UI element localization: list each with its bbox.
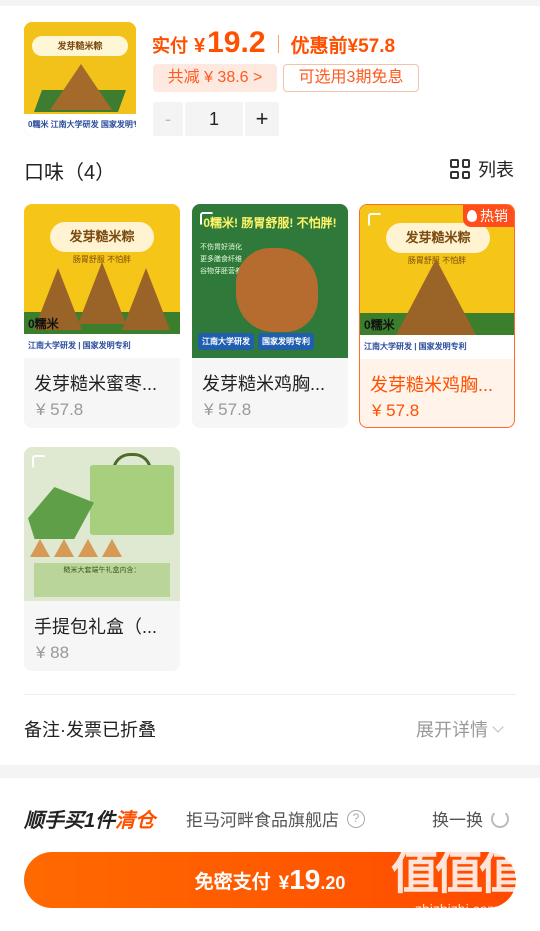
expand-image-icon[interactable] xyxy=(368,213,382,227)
quantity-minus-button[interactable]: - xyxy=(153,102,183,136)
quantity-value[interactable]: 1 xyxy=(185,102,243,136)
currency-symbol: ¥ xyxy=(194,35,206,57)
price-separator xyxy=(277,35,279,53)
pay-price-label: 实付 xyxy=(152,36,188,56)
chevron-down-icon xyxy=(492,721,504,733)
price-line: 实付 ¥ 19.2 优惠前 ¥57.8 xyxy=(152,26,395,62)
help-icon[interactable]: ? xyxy=(347,809,365,828)
zongzi-shape xyxy=(236,248,318,332)
pay-button[interactable]: 免密支付 ¥19.20 xyxy=(24,852,516,908)
zongzi-shape xyxy=(78,262,126,324)
pay-price: 19.2 xyxy=(207,26,266,59)
pay-button-label: 免密支付 xyxy=(194,871,271,893)
expand-image-icon[interactable] xyxy=(32,455,46,469)
thumb-footer: 0糯米 江南大学研发 国家发明专利 xyxy=(24,114,136,136)
image-contents-panel: 糙米大套端午礼盒内含： xyxy=(34,563,170,597)
hot-sale-badge: 热销 xyxy=(463,205,514,227)
flavor-option-image: 发芽糙米粽 肠胃舒服 不怕胖 0糯米 江南大学研发 | 国家发明专利 热销 xyxy=(360,205,514,359)
store-name[interactable]: 拒马河畔食品旗舰店 ? xyxy=(186,806,365,831)
top-strip xyxy=(0,0,540,6)
quantity-stepper: - 1 + xyxy=(153,102,279,136)
addon-title-main: 顺手买1件 xyxy=(24,810,116,832)
image-badge: 江南大学研发 xyxy=(198,333,254,350)
image-ribbon: 发芽糙米粽 xyxy=(50,222,154,252)
pay-amount-decimal: .20 xyxy=(320,873,346,893)
addon-section: 顺手买1件清仓 拒马河畔食品旗舰店 ? 换一换 免密支付 ¥19.20 xyxy=(0,778,540,931)
addon-title: 顺手买1件清仓 xyxy=(24,804,155,833)
flavor-option-name: 发芽糙米蜜枣... xyxy=(34,374,158,394)
image-zero-rice: 0糯米 xyxy=(28,317,59,331)
expand-details-label: 展开详情 xyxy=(416,720,488,740)
flame-icon xyxy=(467,210,477,222)
hot-sale-label: 热销 xyxy=(480,208,508,224)
discount-detail-tag[interactable]: 共减 ¥ 38.6 > xyxy=(153,64,277,92)
flavor-option-3[interactable]: 发芽糙米粽 肠胃舒服 不怕胖 0糯米 江南大学研发 | 国家发明专利 热销 发芽… xyxy=(359,204,515,428)
pay-currency: ¥ xyxy=(278,873,290,894)
zongzi-shape xyxy=(396,259,476,335)
image-badges: 江南大学研发 国家发明专利 xyxy=(198,333,314,350)
image-leaves xyxy=(28,487,94,539)
grid-icon xyxy=(450,159,470,179)
flavor-option-price: ¥ 88 xyxy=(36,643,70,662)
expand-details-button[interactable]: 展开详情 xyxy=(416,716,504,742)
image-badge: 国家发明专利 xyxy=(258,333,314,350)
flavor-option-price: ¥ 57.8 xyxy=(36,400,84,419)
gift-box xyxy=(90,465,174,535)
flavor-option-4[interactable]: 糙米大套端午礼盒内含： 手提包礼盒（... ¥ 88 xyxy=(24,447,180,671)
flavor-option-1[interactable]: 发芽糙米粽 肠胃舒服 不怕胖 0糯米 江南大学研发 | 国家发明专利 发芽糙米蜜… xyxy=(24,204,180,428)
order-sheet: 发芽糙米粽 0糯米 江南大学研发 国家发明专利 实付 ¥ 19.2 优惠前 ¥5… xyxy=(0,0,540,765)
zongzi-shape xyxy=(122,268,170,330)
image-bottom-text: 江南大学研发 | 国家发明专利 xyxy=(24,334,180,358)
flavor-option-image: 发芽糙米粽 肠胃舒服 不怕胖 0糯米 江南大学研发 | 国家发明专利 xyxy=(24,204,180,358)
list-view-toggle[interactable]: 列表 xyxy=(450,156,514,182)
thumb-zongzi xyxy=(50,64,112,110)
flavor-option-price: ¥ 57.8 xyxy=(372,401,420,420)
refresh-icon xyxy=(491,809,509,828)
product-thumbnail[interactable]: 发芽糙米粽 0糯米 江南大学研发 国家发明专利 xyxy=(24,22,136,136)
flavor-option-image: 糙米大套端午礼盒内含： xyxy=(24,447,180,601)
flavor-option-name: 发芽糙米鸡胸... xyxy=(370,375,494,395)
list-view-label: 列表 xyxy=(478,160,514,180)
zongzi-row xyxy=(30,539,130,559)
pay-amount-integer: 19 xyxy=(289,864,321,895)
swap-label: 换一换 xyxy=(432,811,483,830)
image-headline: 0糯米! 肠胃舒服! 不怕胖! xyxy=(203,216,337,230)
store-name-label: 拒马河畔食品旗舰店 xyxy=(186,811,339,830)
section-divider xyxy=(24,694,516,695)
flavor-section-title: 口味（4） xyxy=(24,162,116,184)
flavor-option-2[interactable]: 0糯米! 肠胃舒服! 不怕胖! 不伤胃好消化 更多膳食纤维 谷物芽胚营养健康 江… xyxy=(192,204,348,428)
expand-image-icon[interactable] xyxy=(200,212,214,226)
thumb-banner: 发芽糙米粽 xyxy=(32,36,128,56)
installment-tag[interactable]: 可选用3期免息 xyxy=(283,64,419,92)
remark-invoice-label: 备注·发票已折叠 xyxy=(24,720,156,740)
swap-button[interactable]: 换一换 xyxy=(432,806,509,831)
image-bottom-text: 江南大学研发 | 国家发明专利 xyxy=(360,335,514,359)
orig-price: ¥57.8 xyxy=(347,36,396,57)
orig-price-label: 优惠前 xyxy=(290,36,348,57)
quantity-plus-button[interactable]: + xyxy=(245,102,279,136)
flavor-option-image: 0糯米! 肠胃舒服! 不怕胖! 不伤胃好消化 更多膳食纤维 谷物芽胚营养健康 江… xyxy=(192,204,348,358)
pay-amount: ¥19.20 xyxy=(279,864,346,896)
flavor-option-name: 手提包礼盒（... xyxy=(34,617,158,637)
image-ribbon: 发芽糙米粽 xyxy=(386,223,490,253)
addon-title-highlight: 清仓 xyxy=(115,810,156,832)
flavor-option-name: 发芽糙米鸡胸... xyxy=(202,374,326,394)
flavor-option-price: ¥ 57.8 xyxy=(204,400,252,419)
image-zero-rice: 0糯米 xyxy=(364,318,395,332)
